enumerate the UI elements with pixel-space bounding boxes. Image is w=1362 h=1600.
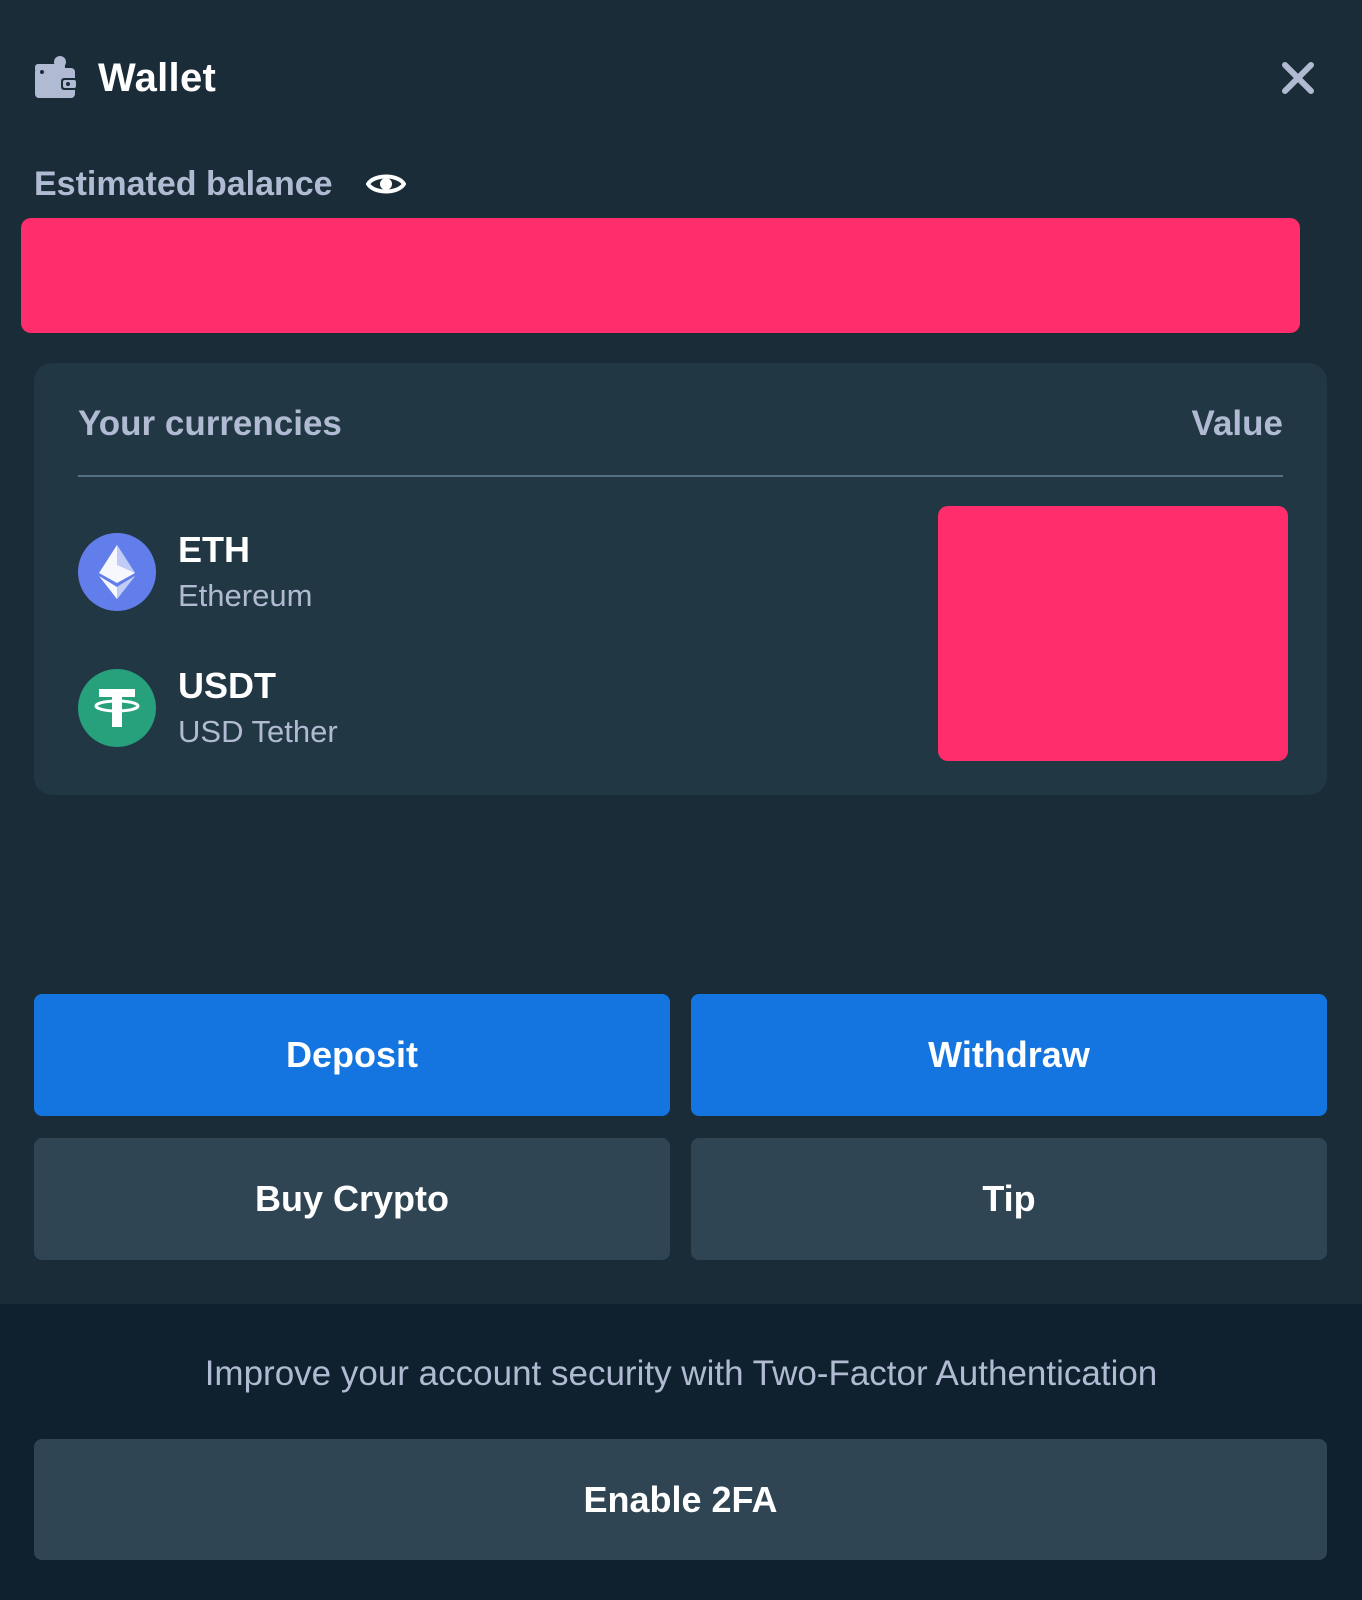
deposit-button[interactable]: Deposit <box>34 994 670 1116</box>
currency-name: USD Tether <box>178 714 338 749</box>
withdraw-button[interactable]: Withdraw <box>691 994 1327 1116</box>
enable-2fa-button[interactable]: Enable 2FA <box>34 1439 1327 1560</box>
value-heading: Value <box>1191 404 1283 443</box>
currencies-card: Your currencies Value ETH Ethereum USDT … <box>34 363 1327 795</box>
currency-values-redacted <box>938 506 1288 761</box>
currencies-header: Your currencies Value <box>78 399 1283 449</box>
estimated-balance-label: Estimated balance <box>34 164 333 203</box>
balance-redacted <box>21 218 1300 333</box>
divider <box>78 475 1283 477</box>
close-icon[interactable] <box>1274 54 1322 102</box>
your-currencies-heading: Your currencies <box>78 404 342 443</box>
modal-title: Wallet <box>98 55 217 100</box>
eye-icon[interactable] <box>365 163 407 205</box>
buy-crypto-button[interactable]: Buy Crypto <box>34 1138 670 1260</box>
currency-row-eth[interactable]: ETH Ethereum <box>78 528 312 616</box>
tip-button[interactable]: Tip <box>691 1138 1327 1260</box>
security-message: Improve your account security with Two-F… <box>204 1354 1158 1393</box>
currency-row-usdt[interactable]: USDT USD Tether <box>78 664 338 752</box>
ethereum-icon <box>78 533 156 611</box>
modal-header: Wallet <box>33 48 1322 108</box>
currency-symbol: ETH <box>178 529 250 570</box>
tether-icon <box>78 669 156 747</box>
security-footer: Improve your account security with Two-F… <box>0 1304 1362 1600</box>
wallet-icon <box>33 54 79 102</box>
currency-symbol: USDT <box>178 665 276 706</box>
wallet-modal: Wallet Estimated balance Your currencies… <box>0 0 1362 1600</box>
estimated-balance-row: Estimated balance <box>34 158 407 210</box>
currency-name: Ethereum <box>178 578 313 613</box>
